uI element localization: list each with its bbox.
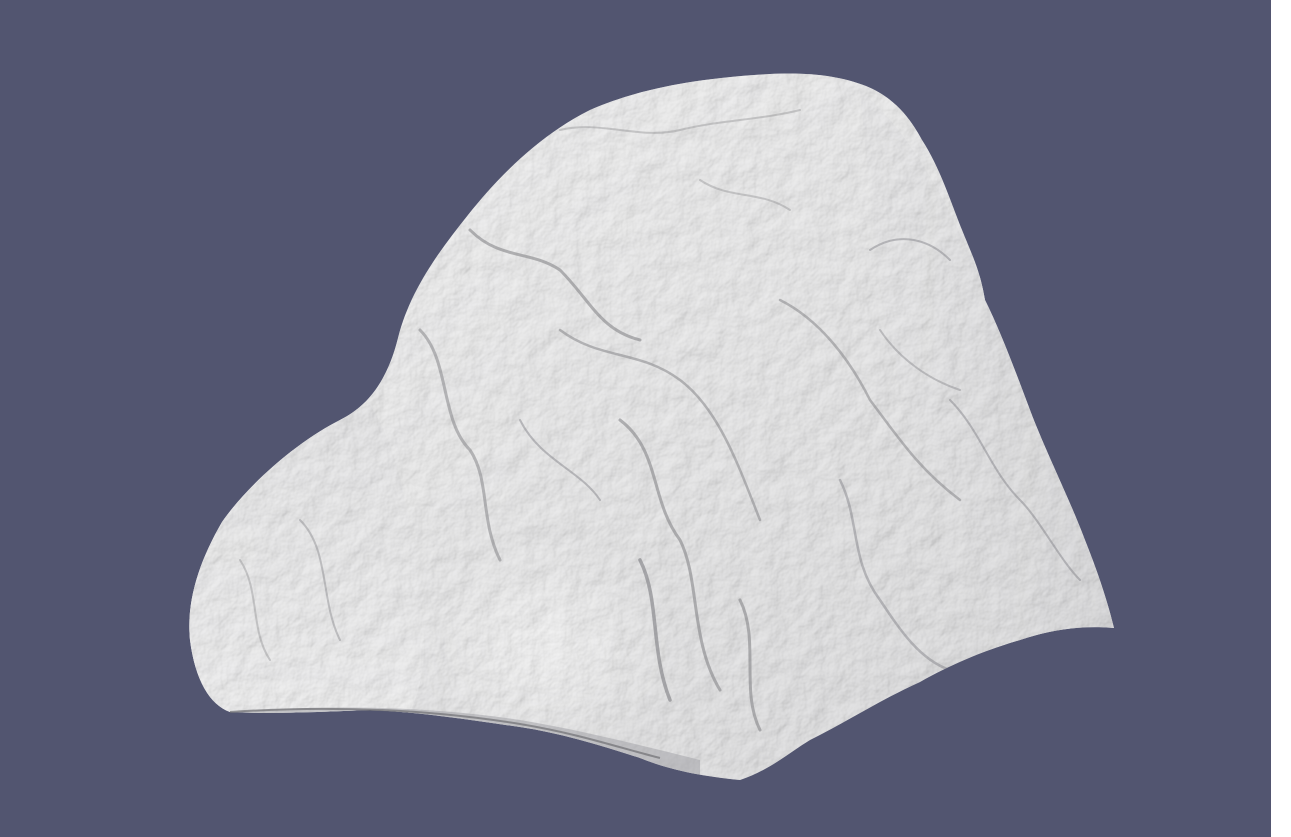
rock-object bbox=[189, 73, 1114, 780]
application-window bbox=[0, 0, 1291, 837]
rock-mesh-rendering bbox=[189, 73, 1114, 780]
side-panel-edge bbox=[1271, 0, 1291, 837]
3d-render-viewport[interactable] bbox=[0, 0, 1271, 837]
